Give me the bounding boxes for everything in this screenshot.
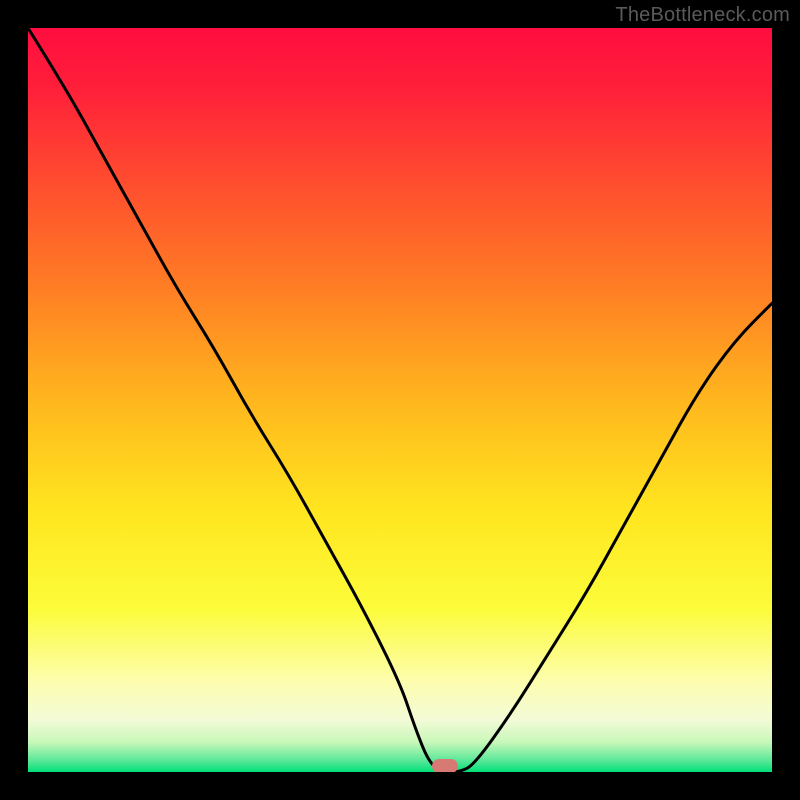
bottleneck-curve [28,28,772,772]
watermark-text: TheBottleneck.com [615,4,790,27]
optimal-point-marker [432,759,458,772]
chart-frame: TheBottleneck.com [0,0,800,800]
plot-area [28,28,772,772]
